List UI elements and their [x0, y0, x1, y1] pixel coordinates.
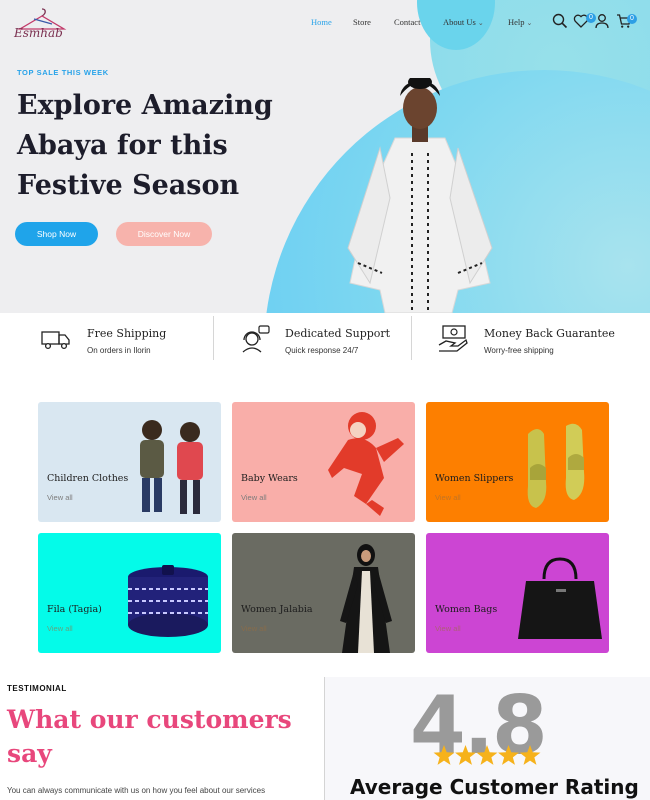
view-all-link[interactable]: View all [435, 624, 461, 633]
category-title: Women Slippers [435, 473, 514, 484]
divider [411, 316, 412, 360]
feature-title: Free Shipping [87, 327, 167, 340]
nav-about-us[interactable]: About Us ⌄ [443, 17, 484, 27]
feature-subtitle: Quick response 24/7 [285, 346, 359, 355]
view-all-link[interactable]: View all [47, 493, 73, 502]
category-card-women-slippers[interactable]: Women Slippers View all [426, 402, 609, 522]
hero-title: Explore Amazing Abaya for this Festive S… [17, 90, 273, 201]
feature-title: Dedicated Support [285, 327, 391, 340]
view-all-link[interactable]: View all [241, 624, 267, 633]
category-title: Women Jalabia [241, 604, 313, 615]
view-all-link[interactable]: View all [47, 624, 73, 633]
hero-section: Esmhab Home Store Contact About Us ⌄ Help… [0, 0, 650, 313]
nav-help-label: Help [508, 17, 525, 27]
feature-subtitle: On orders in Ilorin [87, 346, 151, 355]
feature-title: Money Back Guarantee [484, 327, 615, 340]
category-title: Fila (Tagia) [47, 604, 102, 615]
support-agent-icon [238, 323, 270, 355]
nav-contact[interactable]: Contact [394, 17, 420, 27]
category-title: Women Bags [435, 604, 498, 615]
user-icon[interactable] [594, 13, 612, 31]
chevron-down-icon: ⌄ [526, 19, 533, 27]
chevron-down-icon: ⌄ [477, 19, 484, 27]
category-card-children-clothes[interactable]: Children Clothes View all [38, 402, 221, 522]
view-all-link[interactable]: View all [241, 493, 267, 502]
star-icon [455, 745, 476, 765]
women-slippers-image [527, 423, 585, 508]
testimonial-section: TESTIMONIAL What our customers say You c… [0, 677, 650, 800]
star-icon [433, 745, 455, 765]
hero-model-image [340, 75, 500, 313]
truck-icon [40, 323, 72, 355]
view-all-link[interactable]: View all [435, 493, 461, 502]
testimonial-title: What our customers say [7, 705, 292, 768]
star-icon [519, 745, 541, 765]
testimonial-subtitle: You can always communicate with us on ho… [7, 786, 266, 795]
nav-help[interactable]: Help ⌄ [508, 17, 532, 27]
nav-about-us-label: About Us [443, 17, 476, 27]
rating-label: Average Customer Rating [350, 775, 639, 799]
star-icon [498, 745, 519, 765]
testimonial-kicker: TESTIMONIAL [7, 684, 67, 693]
star-icon [476, 745, 498, 765]
search-icon[interactable] [552, 13, 570, 31]
nav-home[interactable]: Home [311, 17, 332, 27]
women-bag-image [518, 557, 602, 639]
fila-cap-image [128, 565, 208, 637]
money-hand-icon [437, 323, 469, 355]
category-card-fila-tagia[interactable]: Fila (Tagia) View all [38, 533, 221, 653]
cart-count-badge: 0 [627, 14, 637, 24]
category-title: Baby Wears [241, 473, 298, 484]
category-card-women-jalabia[interactable]: Women Jalabia View all [232, 533, 415, 653]
divider [213, 316, 214, 360]
rating-stars [433, 743, 543, 772]
features-strip: Free Shipping On orders in Ilorin Dedica… [0, 313, 650, 388]
nav-store[interactable]: Store [353, 17, 371, 27]
category-card-women-bags[interactable]: Women Bags View all [426, 533, 609, 653]
baby-wears-image [328, 412, 404, 516]
women-jalabia-image [340, 544, 392, 653]
feature-subtitle: Worry-free shipping [484, 346, 554, 355]
testimonial-left-panel: TESTIMONIAL What our customers say You c… [0, 677, 324, 800]
children-clothes-image [140, 420, 203, 514]
shop-now-button[interactable]: Shop Now [15, 222, 98, 246]
logo-text: Esmhab [14, 26, 63, 40]
hero-kicker: TOP SALE THIS WEEK [17, 68, 109, 77]
divider [324, 677, 325, 800]
category-title: Children Clothes [47, 473, 129, 484]
discover-now-button[interactable]: Discover Now [116, 222, 212, 246]
category-card-baby-wears[interactable]: Baby Wears View all [232, 402, 415, 522]
